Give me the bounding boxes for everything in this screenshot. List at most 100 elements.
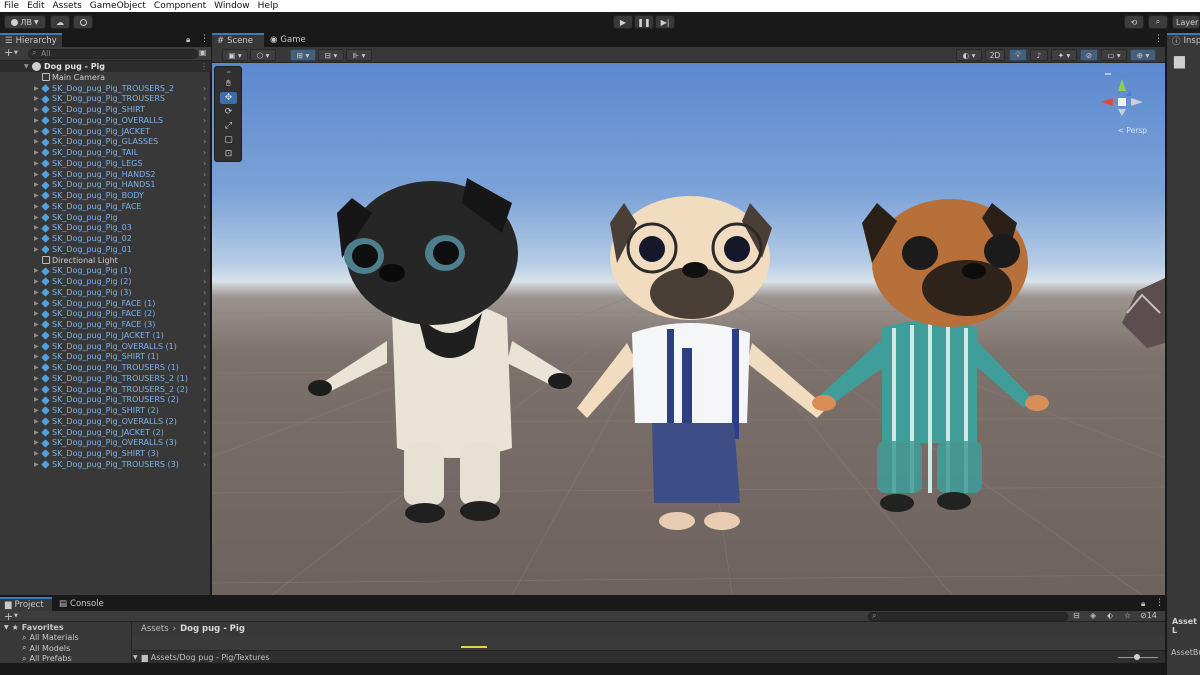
step-button[interactable]: ▶| (655, 15, 675, 29)
expand-arrow-icon[interactable]: ▶ (34, 418, 39, 425)
hierarchy-item[interactable]: ▶ SK_Dog_pug_Pig_TROUSERS (2) › (0, 395, 211, 406)
tag-icon[interactable]: ⬖ (1107, 611, 1113, 620)
expand-arrow-icon[interactable]: ▶ (34, 429, 39, 436)
menu-help[interactable]: Help (254, 0, 283, 12)
hierarchy-item[interactable]: ▶ SK_Dog_pug_Pig_BODY › (0, 190, 211, 201)
expand-arrow-icon[interactable]: ▶ (34, 171, 39, 178)
pause-button[interactable]: ❚❚ (634, 15, 654, 29)
hierarchy-item[interactable]: ▶ SK_Dog_pug_Pig_OVERALLS (1) › (0, 341, 211, 352)
open-prefab-icon[interactable]: › (203, 180, 206, 189)
open-prefab-icon[interactable]: › (203, 385, 206, 394)
hierarchy-item[interactable]: ▶ SK_Dog_pug_Pig_HANDS2 › (0, 169, 211, 180)
transform-tool[interactable]: ⊡ (220, 148, 237, 160)
open-prefab-icon[interactable]: › (203, 417, 206, 426)
expand-arrow-icon[interactable]: ▶ (34, 450, 39, 457)
add-icon[interactable]: + (4, 47, 13, 59)
move-tool[interactable]: ✥ (220, 92, 237, 104)
cloud-button[interactable]: ☁ (50, 15, 70, 29)
hierarchy-item[interactable]: ▶ SK_Dog_pug_Pig › (0, 212, 211, 223)
rotate-tool[interactable]: ⟳ (220, 106, 237, 118)
orientation-gizmo[interactable] (1097, 69, 1147, 129)
camera-dropdown[interactable]: ▭ ▾ (1101, 49, 1127, 61)
open-prefab-icon[interactable]: › (203, 288, 206, 297)
expand-arrow-icon[interactable]: ▶ (34, 461, 39, 468)
menu-component[interactable]: Component (150, 0, 210, 12)
draw-mode-dropdown[interactable]: ▣ ▾ (222, 49, 248, 61)
persp-label[interactable]: < Persp (1118, 126, 1147, 135)
account-dropdown[interactable]: ЛВ ▼ (4, 15, 46, 29)
hierarchy-item[interactable]: ▶ SK_Dog_pug_Pig_SHIRT (3) › (0, 448, 211, 459)
hierarchy-item[interactable]: ▶ SK_Dog_pug_Pig_SHIRT (1) › (0, 352, 211, 363)
expand-arrow-icon[interactable]: ▶ (34, 300, 39, 307)
expand-arrow-icon[interactable]: ▶ (34, 106, 39, 113)
hierarchy-item[interactable]: ▶ SK_Dog_pug_Pig (1) › (0, 266, 211, 277)
star-icon[interactable]: ☆ (1124, 611, 1131, 620)
menu-edit[interactable]: Edit (23, 0, 48, 12)
visibility-toggle[interactable]: ⊘ (1080, 49, 1098, 61)
expand-arrow-icon[interactable]: ▶ (34, 117, 39, 124)
expand-arrow-icon[interactable]: ▼ (24, 63, 29, 70)
menu-window[interactable]: Window (210, 0, 254, 12)
ruler-dropdown[interactable]: ⊪ ▾ (346, 49, 372, 61)
hierarchy-item[interactable]: ▶ SK_Dog_pug_Pig_TROUSERS (3) › (0, 459, 211, 470)
zoom-slider[interactable] (1118, 654, 1158, 660)
open-prefab-icon[interactable]: › (203, 342, 206, 351)
tab-hierarchy[interactable]: ☰ Hierarchy (0, 33, 62, 47)
hierarchy-item[interactable]: ▶ SK_Dog_pug_Pig_02 › (0, 233, 211, 244)
hierarchy-item[interactable]: ▶ SK_Dog_pug_Pig_GLASSES › (0, 137, 211, 148)
open-prefab-icon[interactable]: › (203, 191, 206, 200)
open-prefab-icon[interactable]: › (203, 127, 206, 136)
open-prefab-icon[interactable]: › (203, 406, 206, 415)
expand-arrow-icon[interactable]: ▶ (34, 321, 39, 328)
hierarchy-item[interactable]: ▶ SK_Dog_pug_Pig_FACE (2) › (0, 309, 211, 320)
open-prefab-icon[interactable]: › (203, 159, 206, 168)
expand-arrow-icon[interactable]: ▶ (34, 364, 39, 371)
expand-arrow-icon[interactable]: ▶ (34, 224, 39, 231)
hierarchy-item[interactable]: ▶ SK_Dog_pug_Pig_01 › (0, 244, 211, 255)
hierarchy-search-input[interactable]: All (28, 49, 198, 59)
open-prefab-icon[interactable]: › (203, 116, 206, 125)
open-prefab-icon[interactable]: › (203, 213, 206, 222)
hierarchy-item[interactable]: ▶ SK_Dog_pug_Pig_JACKET › (0, 126, 211, 137)
open-prefab-icon[interactable]: › (203, 331, 206, 340)
snap-increment-dropdown[interactable]: ⊟ ▾ (318, 49, 344, 61)
expand-arrow-icon[interactable]: ▶ (34, 396, 39, 403)
lock-icon[interactable]: 🔒︎ (186, 35, 190, 45)
open-prefab-icon[interactable]: › (203, 395, 206, 404)
expand-arrow-icon[interactable]: ▶ (34, 407, 39, 414)
hierarchy-item[interactable]: ▶ SK_Dog_pug_Pig_OVERALLS › (0, 115, 211, 126)
audio-toggle[interactable]: ♪ (1030, 49, 1048, 61)
menu-gameobject[interactable]: GameObject (86, 0, 150, 12)
hierarchy-item[interactable]: ▶ SK_Dog_pug_Pig_JACKET (2) › (0, 427, 211, 438)
expand-arrow-icon[interactable]: ▶ (34, 138, 39, 145)
panel-menu-icon[interactable]: ⋮ (1155, 598, 1164, 608)
open-prefab-icon[interactable]: › (203, 245, 206, 254)
layers-dropdown[interactable]: Layer (1172, 15, 1200, 29)
gizmos-dropdown[interactable]: ⊕ ▾ (1130, 49, 1156, 61)
hierarchy-item[interactable]: ▶ SK_Dog_pug_Pig_FACE › (0, 201, 211, 212)
open-prefab-icon[interactable]: › (203, 170, 206, 179)
hierarchy-item[interactable]: ▶ SK_Dog_pug_Pig_SHIRT › (0, 104, 211, 115)
hierarchy-item[interactable]: ▶ SK_Dog_pug_Pig_LEGS › (0, 158, 211, 169)
hierarchy-item[interactable]: ▶ SK_Dog_pug_Pig_SHIRT (2) › (0, 405, 211, 416)
expand-arrow-icon[interactable]: ▶ (34, 278, 39, 285)
rect-tool[interactable]: ▢ (220, 134, 237, 146)
hand-tool[interactable]: ✋︎ (220, 78, 237, 90)
open-prefab-icon[interactable]: › (203, 84, 206, 93)
project-search-input[interactable]: ⌕ (868, 611, 1068, 621)
expand-arrow-icon[interactable]: ▶ (34, 128, 39, 135)
open-prefab-icon[interactable]: › (203, 449, 206, 458)
tab-console[interactable]: ▤ Console (54, 597, 106, 611)
hierarchy-item[interactable]: ▶ SK_Dog_pug_Pig_TROUSERS (1) › (0, 362, 211, 373)
hierarchy-item[interactable]: ▶ SK_Dog_pug_Pig_03 › (0, 223, 211, 234)
expand-arrow-icon[interactable]: ▶ (34, 439, 39, 446)
scene-viewport[interactable]: ═ ✋︎ ✥ ⟳ ⤢ ▢ ⊡ < Persp (212, 63, 1165, 595)
2d-toggle[interactable]: 2D (985, 49, 1005, 61)
menu-assets[interactable]: Assets (49, 0, 86, 12)
expand-arrow-icon[interactable]: ▶ (34, 246, 39, 253)
open-prefab-icon[interactable]: › (203, 202, 206, 211)
hierarchy-item[interactable]: ▶ SK_Dog_pug_Pig_TROUSERS_2 › (0, 83, 211, 94)
open-prefab-icon[interactable]: › (203, 94, 206, 103)
hierarchy-item[interactable]: ▶ SK_Dog_pug_Pig_OVERALLS (3) › (0, 438, 211, 449)
filter-type-icon[interactable]: ⊟ (1073, 611, 1080, 620)
